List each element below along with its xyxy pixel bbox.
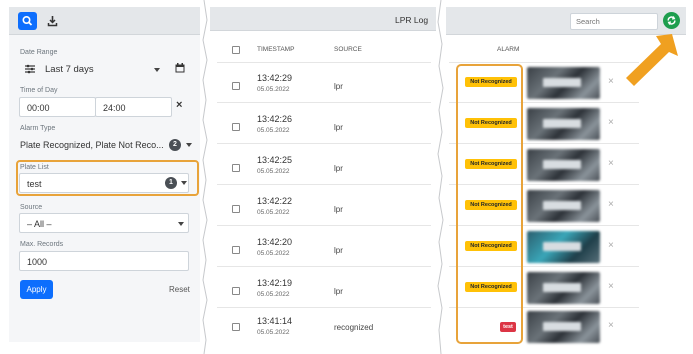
row-time: 13:42:19 xyxy=(257,278,293,288)
alarm-type-count-badge: 2 xyxy=(169,139,181,151)
time-to-input[interactable]: 24:00 xyxy=(95,97,172,117)
row-date: 05.05.2022 xyxy=(257,250,290,257)
row-time: 13:42:25 xyxy=(257,155,293,165)
header-divider xyxy=(449,62,639,63)
max-records-input[interactable]: 1000 xyxy=(19,251,189,271)
column-header-alarm[interactable]: ALARM xyxy=(497,46,519,53)
close-icon[interactable]: × xyxy=(608,158,614,169)
row-checkbox[interactable] xyxy=(232,246,240,254)
row-checkbox[interactable] xyxy=(232,123,240,131)
row-divider xyxy=(217,225,431,226)
plate-snapshot[interactable] xyxy=(527,311,600,343)
alarm-type-label: Alarm Type xyxy=(20,125,56,132)
row-divider xyxy=(217,266,431,267)
sliders-icon xyxy=(25,64,35,74)
max-records-value: 1000 xyxy=(27,257,48,267)
plate-snapshot[interactable] xyxy=(527,108,600,140)
close-icon[interactable]: × xyxy=(608,76,614,87)
row-source: lpr xyxy=(334,205,343,214)
refresh-icon xyxy=(667,16,676,25)
row-divider xyxy=(217,307,431,308)
time-from-input[interactable]: 00:00 xyxy=(19,97,96,117)
apply-button[interactable]: Apply xyxy=(20,280,53,299)
row-source: lpr xyxy=(334,246,343,255)
chevron-down-icon xyxy=(186,143,192,147)
row-divider xyxy=(217,143,431,144)
date-range-select[interactable]: Last 7 days xyxy=(19,59,169,79)
table-header-bar: LPR Log xyxy=(209,7,437,31)
time-to-value: 24:00 xyxy=(103,103,126,113)
search-button[interactable] xyxy=(18,12,37,30)
time-of-day-label: Time of Day xyxy=(20,87,58,94)
reset-button[interactable]: Reset xyxy=(169,285,190,294)
row-time: 13:42:26 xyxy=(257,114,293,124)
close-icon[interactable]: × xyxy=(608,199,614,210)
alarm-type-select[interactable]: Plate Recognized, Plate Not Reco... 2 xyxy=(19,135,192,155)
alarm-column-highlight xyxy=(456,64,523,344)
time-from-value: 00:00 xyxy=(27,103,50,113)
clear-time-button[interactable]: × xyxy=(176,99,182,111)
row-checkbox[interactable] xyxy=(232,287,240,295)
page-title: LPR Log xyxy=(395,15,429,25)
filter-panel: Date Range Last 7 days Time of Day 00:00… xyxy=(9,7,201,342)
row-source: lpr xyxy=(334,287,343,296)
date-range-label: Date Range xyxy=(20,49,58,56)
torn-edge xyxy=(200,0,210,354)
row-divider xyxy=(217,184,431,185)
row-source: lpr xyxy=(334,123,343,132)
row-source: lpr xyxy=(334,82,343,91)
row-checkbox[interactable] xyxy=(232,323,240,331)
row-date: 05.05.2022 xyxy=(257,127,290,134)
row-source: recognized xyxy=(334,323,374,332)
filter-toolbar xyxy=(9,7,201,35)
export-button[interactable] xyxy=(43,12,62,30)
row-divider xyxy=(217,102,431,103)
date-range-value: Last 7 days xyxy=(45,64,94,75)
search-icon xyxy=(22,16,33,26)
row-time: 13:42:20 xyxy=(257,237,293,247)
row-date: 05.05.2022 xyxy=(257,291,290,298)
download-icon xyxy=(47,16,58,27)
close-icon[interactable]: × xyxy=(608,117,614,128)
row-time: 13:42:29 xyxy=(257,73,293,83)
torn-edge xyxy=(436,0,446,354)
chevron-down-icon xyxy=(154,68,160,72)
close-icon[interactable]: × xyxy=(608,240,614,251)
row-date: 05.05.2022 xyxy=(257,329,290,336)
row-source: lpr xyxy=(334,164,343,173)
row-checkbox[interactable] xyxy=(232,164,240,172)
header-divider xyxy=(217,62,431,63)
plate-list-highlight xyxy=(16,160,199,196)
source-label: Source xyxy=(20,204,43,211)
column-header-source[interactable]: SOURCE xyxy=(334,46,362,53)
source-value: – All – xyxy=(27,219,52,229)
lpr-log-table: LPR Log TIMESTAMP SOURCE 13:42:29 05.05.… xyxy=(209,7,437,342)
calendar-icon[interactable] xyxy=(175,63,185,73)
row-date: 05.05.2022 xyxy=(257,168,290,175)
row-date: 05.05.2022 xyxy=(257,86,290,93)
row-date: 05.05.2022 xyxy=(257,209,290,216)
plate-snapshot[interactable] xyxy=(527,67,600,99)
column-header-timestamp[interactable]: TIMESTAMP xyxy=(257,46,294,53)
chevron-down-icon xyxy=(178,222,184,226)
plate-snapshot[interactable] xyxy=(527,190,600,222)
annotation-arrow xyxy=(626,34,678,86)
source-select[interactable]: – All – xyxy=(19,213,189,233)
close-icon[interactable]: × xyxy=(608,320,614,331)
row-time: 13:42:22 xyxy=(257,196,293,206)
refresh-button[interactable] xyxy=(663,12,680,29)
alarm-type-value: Plate Recognized, Plate Not Reco... xyxy=(20,140,164,150)
max-records-label: Max. Records xyxy=(20,241,64,248)
row-time: 13:41:14 xyxy=(257,316,293,326)
close-icon[interactable]: × xyxy=(608,281,614,292)
plate-snapshot[interactable] xyxy=(527,272,600,304)
select-all-checkbox[interactable] xyxy=(232,46,240,54)
plate-snapshot[interactable] xyxy=(527,149,600,181)
plate-snapshot[interactable] xyxy=(527,231,600,263)
row-checkbox[interactable] xyxy=(232,82,240,90)
row-checkbox[interactable] xyxy=(232,205,240,213)
